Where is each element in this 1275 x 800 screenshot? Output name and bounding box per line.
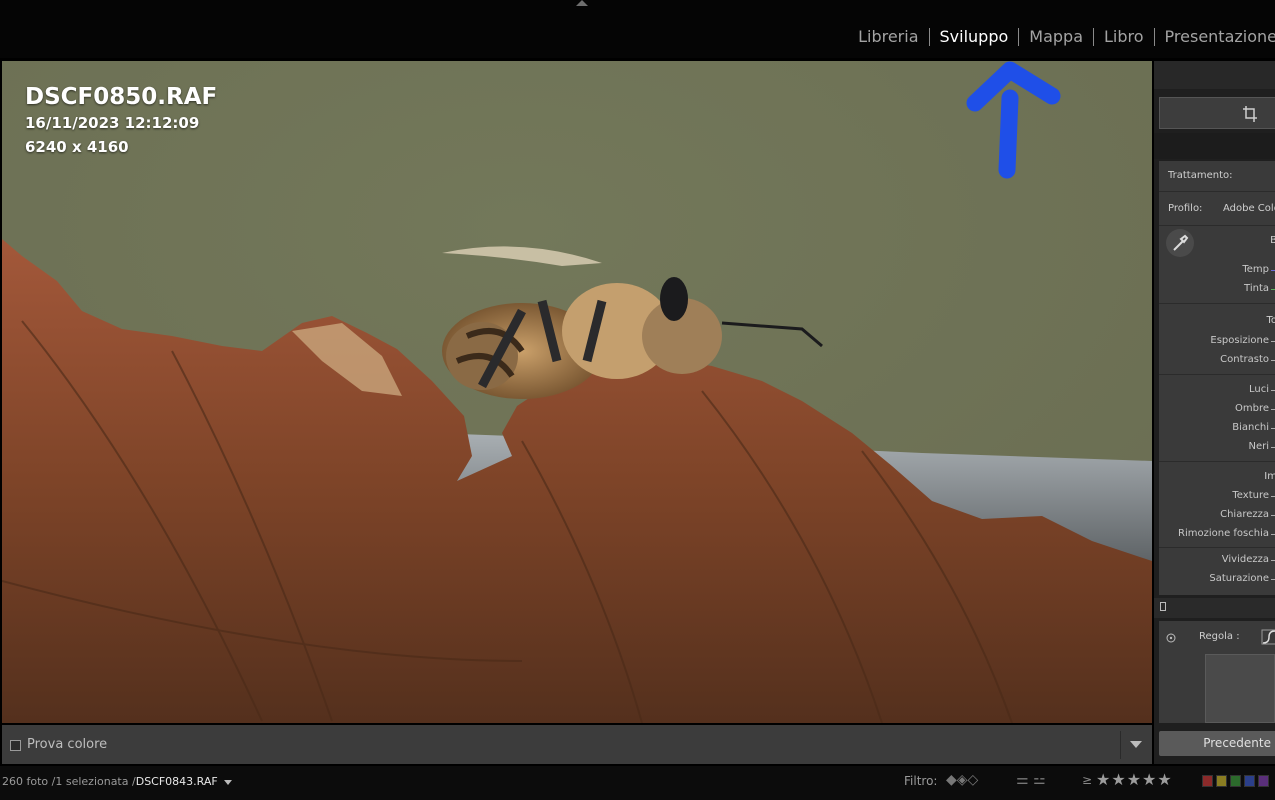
shadows-label: Ombre [1234,403,1269,414]
presence-heading: Im [1264,471,1275,482]
chevron-down-icon[interactable] [1130,741,1142,748]
shadows-slider[interactable] [1271,409,1275,410]
temp-label: Temp [1242,264,1269,275]
texture-label: Texture [1232,490,1269,501]
module-list: Libreria Sviluppo Mappa Libro Presentazi… [848,26,1275,48]
rating-operator[interactable]: ≥ [1082,773,1092,787]
filmstrip-source[interactable]: 260 foto /1 selezionata /DSCF0843.RAF [2,775,232,788]
color-label-purple[interactable] [1258,775,1269,787]
develop-right-panel: Trattamento: Profilo: Adobe Color B Temp… [1154,61,1275,764]
flag-filter-icons[interactable]: ◆◈◇ [946,772,978,788]
exposure-slider[interactable] [1271,341,1275,342]
clarity-slider[interactable] [1271,515,1275,516]
tone-curve-graph[interactable] [1205,654,1275,723]
profile-dropdown[interactable]: Adobe Color [1223,203,1275,214]
panel-row-divider [1159,191,1275,192]
temp-slider[interactable] [1271,270,1275,271]
tint-slider[interactable] [1271,289,1275,290]
color-label-yellow[interactable] [1216,775,1227,787]
basic-panel: Trattamento: Profilo: Adobe Color B Temp… [1159,161,1275,595]
tint-label: Tinta [1244,283,1269,294]
star-rating-filter[interactable]: ★★★★★ [1096,770,1173,789]
vibrance-label: Vividezza [1221,554,1269,565]
dehaze-label: Rimozione foschia [1178,528,1269,539]
caret-down-icon[interactable] [223,779,232,785]
vibrance-slider[interactable] [1271,560,1275,561]
profile-label: Profilo: [1168,203,1203,214]
saturation-slider[interactable] [1271,579,1275,580]
panel-row-divider [1159,374,1275,375]
histogram-area [1154,61,1275,89]
tone-curve-panel: Regola : [1159,621,1275,723]
filter-label: Filtro: [904,774,938,788]
exposure-label: Esposizione [1210,335,1269,346]
current-filename: DSCF0843.RAF [135,775,218,788]
highlights-slider[interactable] [1271,390,1275,391]
highlights-label: Luci [1248,384,1269,395]
edit-filter-icons[interactable]: ⚌ ⚍ [1016,772,1046,788]
annotation-arrow-icon [966,61,1061,179]
photo-count: 260 foto [2,775,49,788]
adjust-label: Regola : [1199,631,1240,642]
filmstrip-bar: 260 foto /1 selezionata /DSCF0843.RAF Fi… [0,766,1275,800]
tone-heading: To [1266,315,1275,326]
dehaze-slider[interactable] [1271,534,1275,535]
contrast-label: Contrasto [1220,354,1269,365]
blacks-label: Neri [1248,441,1269,452]
saturation-label: Saturazione [1209,573,1269,584]
crop-tool-button[interactable] [1159,97,1275,129]
module-libro[interactable]: Libro [1094,26,1154,48]
module-picker-bar: Libreria Sviluppo Mappa Libro Presentazi… [0,0,1275,58]
photo-dimensions: 6240 x 4160 [25,138,129,156]
color-label-filter [1202,775,1269,787]
selection-count: /1 selezionata [51,775,129,788]
previous-settings-button[interactable]: Precedente [1159,731,1275,756]
panel-divider [1154,133,1275,159]
curve-type-icon[interactable] [1261,629,1275,645]
white-balance-picker-icon[interactable] [1166,229,1194,257]
panel-row-divider [1159,303,1275,304]
color-label-blue[interactable] [1244,775,1255,787]
color-label-red[interactable] [1202,775,1213,787]
photo-info-overlay: DSCF0850.RAF 16/11/2023 12:12:09 6240 x … [25,83,217,159]
photo-filename: DSCF0850.RAF [25,84,218,110]
target-adjust-icon[interactable] [1166,633,1176,643]
color-label-green[interactable] [1230,775,1241,787]
panel-row-divider [1159,225,1275,226]
panel-row-divider [1159,461,1275,462]
module-mappa[interactable]: Mappa [1019,26,1093,48]
softproof-label: Prova colore [27,737,108,752]
softproof-checkbox[interactable] [10,740,21,751]
blacks-slider[interactable] [1271,447,1275,448]
contrast-slider[interactable] [1271,360,1275,361]
module-libreria[interactable]: Libreria [848,26,928,48]
panel-toggle-icon [1160,602,1166,611]
whites-slider[interactable] [1271,428,1275,429]
panel-row-divider [1159,547,1275,548]
photo-datetime: 16/11/2023 12:12:09 [25,114,200,132]
module-presentazione[interactable]: Presentazione [1155,26,1275,48]
whites-label: Bianchi [1232,422,1269,433]
texture-slider[interactable] [1271,496,1275,497]
tone-curve-header[interactable] [1154,598,1275,618]
panel-collapse-handle-top[interactable] [576,0,588,6]
viewer-toolbar: Prova colore [2,725,1152,764]
white-balance-heading: B [1270,235,1275,246]
clarity-label: Chiarezza [1220,509,1269,520]
module-sviluppo[interactable]: Sviluppo [930,26,1019,48]
toolbar-separator [1120,731,1121,759]
treatment-label: Trattamento: [1168,170,1233,181]
crop-icon [1243,106,1257,122]
